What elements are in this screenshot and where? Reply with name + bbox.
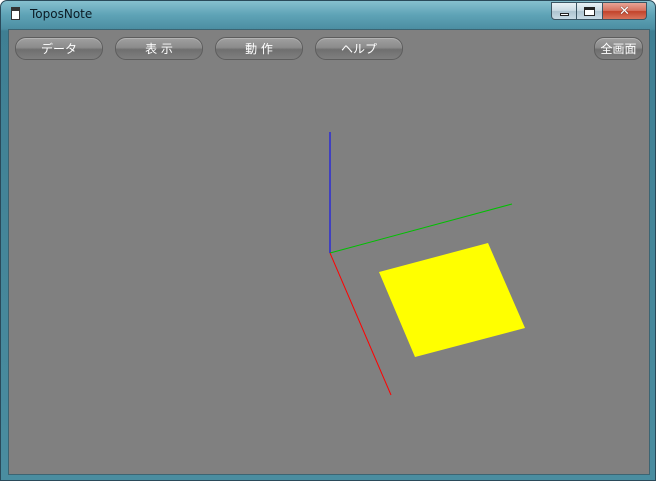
maximize-icon	[584, 6, 595, 16]
view-menu-button[interactable]: 表 示	[115, 37, 203, 60]
data-menu-button[interactable]: データ	[15, 37, 103, 60]
close-icon: ✕	[619, 3, 630, 19]
maximize-button[interactable]	[577, 2, 603, 20]
window-controls: ✕	[551, 2, 647, 21]
fullscreen-button[interactable]: 全画面	[594, 37, 643, 60]
help-menu-button[interactable]: ヘルプ	[315, 37, 403, 60]
window-title: ToposNote	[30, 7, 93, 21]
minimize-button[interactable]	[551, 2, 577, 20]
app-window: ToposNote ✕ データ 表 示 動 作 ヘルプ 全画面	[0, 0, 656, 481]
viewport-3d[interactable]: データ 表 示 動 作 ヘルプ 全画面	[8, 29, 650, 475]
yellow-plane[interactable]	[379, 243, 525, 357]
title-bar[interactable]: ToposNote ✕	[1, 1, 655, 29]
minimize-icon	[559, 12, 569, 16]
notepad-icon	[11, 7, 20, 20]
close-button[interactable]: ✕	[603, 2, 647, 20]
action-menu-button[interactable]: 動 作	[215, 37, 303, 60]
scene-canvas[interactable]	[9, 30, 649, 474]
